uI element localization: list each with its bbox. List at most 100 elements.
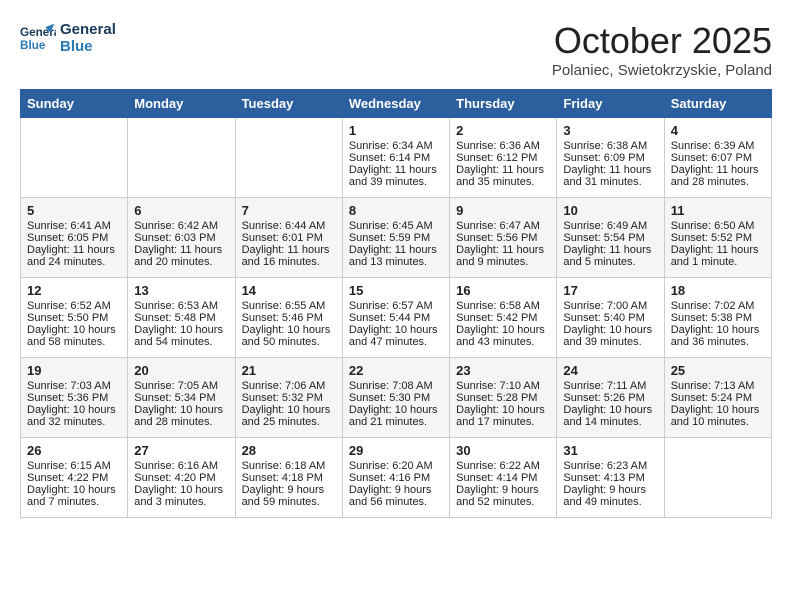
- day-info: Daylight: 11 hours: [671, 244, 765, 256]
- day-info: Sunset: 6:09 PM: [563, 152, 657, 164]
- day-info: and 54 minutes.: [134, 336, 228, 348]
- day-info: and 20 minutes.: [134, 256, 228, 268]
- day-info: Daylight: 10 hours: [456, 324, 550, 336]
- day-number: 26: [27, 443, 121, 458]
- day-info: Sunrise: 7:03 AM: [27, 380, 121, 392]
- week-row-1: 1Sunrise: 6:34 AMSunset: 6:14 PMDaylight…: [21, 118, 772, 198]
- day-number: 28: [242, 443, 336, 458]
- day-info: Daylight: 11 hours: [563, 164, 657, 176]
- day-info: Sunset: 4:16 PM: [349, 472, 443, 484]
- day-info: Sunset: 6:05 PM: [27, 232, 121, 244]
- day-cell: 30Sunrise: 6:22 AMSunset: 4:14 PMDayligh…: [450, 438, 557, 518]
- day-info: and 28 minutes.: [671, 176, 765, 188]
- day-cell: [21, 118, 128, 198]
- day-info: Daylight: 10 hours: [134, 324, 228, 336]
- day-cell: 5Sunrise: 6:41 AMSunset: 6:05 PMDaylight…: [21, 198, 128, 278]
- day-cell: 24Sunrise: 7:11 AMSunset: 5:26 PMDayligh…: [557, 358, 664, 438]
- day-info: Sunset: 4:18 PM: [242, 472, 336, 484]
- day-number: 31: [563, 443, 657, 458]
- day-info: Daylight: 10 hours: [563, 404, 657, 416]
- day-info: Sunrise: 6:58 AM: [456, 300, 550, 312]
- day-info: and 59 minutes.: [242, 496, 336, 508]
- day-info: and 47 minutes.: [349, 336, 443, 348]
- day-cell: [128, 118, 235, 198]
- day-info: Sunset: 5:24 PM: [671, 392, 765, 404]
- location: Polaniec, Swietokrzyskie, Poland: [552, 62, 772, 79]
- day-info: and 39 minutes.: [563, 336, 657, 348]
- day-info: Sunset: 5:50 PM: [27, 312, 121, 324]
- day-cell: 17Sunrise: 7:00 AMSunset: 5:40 PMDayligh…: [557, 278, 664, 358]
- day-info: Daylight: 10 hours: [671, 324, 765, 336]
- day-info: Daylight: 10 hours: [27, 324, 121, 336]
- day-info: Sunrise: 6:45 AM: [349, 220, 443, 232]
- day-info: Sunset: 5:56 PM: [456, 232, 550, 244]
- day-number: 23: [456, 363, 550, 378]
- day-cell: 13Sunrise: 6:53 AMSunset: 5:48 PMDayligh…: [128, 278, 235, 358]
- day-cell: [235, 118, 342, 198]
- day-number: 30: [456, 443, 550, 458]
- day-cell: 29Sunrise: 6:20 AMSunset: 4:16 PMDayligh…: [342, 438, 449, 518]
- day-number: 21: [242, 363, 336, 378]
- day-info: and 49 minutes.: [563, 496, 657, 508]
- weekday-header-friday: Friday: [557, 90, 664, 118]
- day-info: and 43 minutes.: [456, 336, 550, 348]
- day-cell: 12Sunrise: 6:52 AMSunset: 5:50 PMDayligh…: [21, 278, 128, 358]
- day-info: Daylight: 10 hours: [134, 404, 228, 416]
- logo-line2: Blue: [60, 38, 116, 55]
- day-info: and 14 minutes.: [563, 416, 657, 428]
- day-cell: 26Sunrise: 6:15 AMSunset: 4:22 PMDayligh…: [21, 438, 128, 518]
- day-info: Daylight: 11 hours: [349, 164, 443, 176]
- day-info: Sunrise: 6:42 AM: [134, 220, 228, 232]
- day-info: and 3 minutes.: [134, 496, 228, 508]
- day-info: Sunset: 5:30 PM: [349, 392, 443, 404]
- weekday-header-monday: Monday: [128, 90, 235, 118]
- day-cell: 8Sunrise: 6:45 AMSunset: 5:59 PMDaylight…: [342, 198, 449, 278]
- day-info: Daylight: 10 hours: [27, 484, 121, 496]
- day-info: Sunrise: 7:13 AM: [671, 380, 765, 392]
- day-info: Sunrise: 6:47 AM: [456, 220, 550, 232]
- day-info: Sunrise: 6:36 AM: [456, 140, 550, 152]
- day-info: Sunrise: 6:57 AM: [349, 300, 443, 312]
- svg-text:Blue: Blue: [20, 39, 46, 52]
- day-info: and 17 minutes.: [456, 416, 550, 428]
- day-info: Sunrise: 7:06 AM: [242, 380, 336, 392]
- day-cell: 9Sunrise: 6:47 AMSunset: 5:56 PMDaylight…: [450, 198, 557, 278]
- day-info: Sunset: 5:26 PM: [563, 392, 657, 404]
- day-info: Daylight: 9 hours: [349, 484, 443, 496]
- day-info: Sunrise: 6:20 AM: [349, 460, 443, 472]
- day-info: Sunrise: 6:16 AM: [134, 460, 228, 472]
- day-number: 11: [671, 203, 765, 218]
- day-info: Daylight: 11 hours: [456, 244, 550, 256]
- day-info: and 58 minutes.: [27, 336, 121, 348]
- day-info: and 21 minutes.: [349, 416, 443, 428]
- day-info: Daylight: 10 hours: [349, 404, 443, 416]
- day-number: 2: [456, 123, 550, 138]
- day-cell: 18Sunrise: 7:02 AMSunset: 5:38 PMDayligh…: [664, 278, 771, 358]
- day-cell: 19Sunrise: 7:03 AMSunset: 5:36 PMDayligh…: [21, 358, 128, 438]
- day-info: Daylight: 9 hours: [456, 484, 550, 496]
- weekday-header-tuesday: Tuesday: [235, 90, 342, 118]
- title-block: October 2025 Polaniec, Swietokrzyskie, P…: [552, 20, 772, 79]
- day-info: Sunrise: 6:34 AM: [349, 140, 443, 152]
- week-row-3: 12Sunrise: 6:52 AMSunset: 5:50 PMDayligh…: [21, 278, 772, 358]
- weekday-header-wednesday: Wednesday: [342, 90, 449, 118]
- day-cell: 2Sunrise: 6:36 AMSunset: 6:12 PMDaylight…: [450, 118, 557, 198]
- day-info: Sunset: 4:20 PM: [134, 472, 228, 484]
- day-cell: 20Sunrise: 7:05 AMSunset: 5:34 PMDayligh…: [128, 358, 235, 438]
- weekday-header-thursday: Thursday: [450, 90, 557, 118]
- day-info: Sunrise: 7:05 AM: [134, 380, 228, 392]
- day-info: Sunrise: 6:23 AM: [563, 460, 657, 472]
- day-info: Daylight: 10 hours: [27, 404, 121, 416]
- day-info: Daylight: 10 hours: [242, 324, 336, 336]
- day-info: Sunset: 5:59 PM: [349, 232, 443, 244]
- day-cell: 10Sunrise: 6:49 AMSunset: 5:54 PMDayligh…: [557, 198, 664, 278]
- day-cell: 7Sunrise: 6:44 AMSunset: 6:01 PMDaylight…: [235, 198, 342, 278]
- day-info: Sunset: 5:36 PM: [27, 392, 121, 404]
- day-cell: 31Sunrise: 6:23 AMSunset: 4:13 PMDayligh…: [557, 438, 664, 518]
- day-info: Sunrise: 7:08 AM: [349, 380, 443, 392]
- day-info: and 36 minutes.: [671, 336, 765, 348]
- week-row-5: 26Sunrise: 6:15 AMSunset: 4:22 PMDayligh…: [21, 438, 772, 518]
- day-cell: 6Sunrise: 6:42 AMSunset: 6:03 PMDaylight…: [128, 198, 235, 278]
- day-info: Sunrise: 7:11 AM: [563, 380, 657, 392]
- day-number: 10: [563, 203, 657, 218]
